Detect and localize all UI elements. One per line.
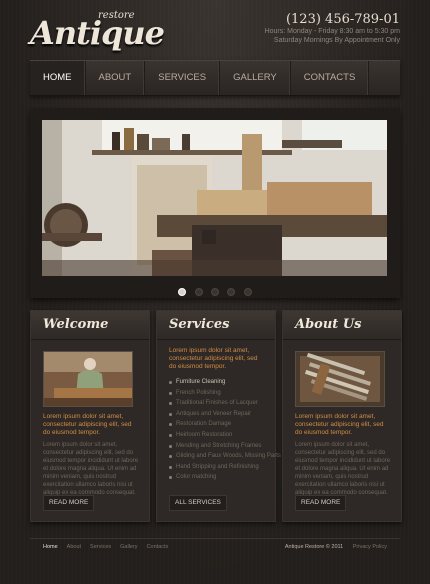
services-panel: Services Lorem ipsum dolor sit amet, con… bbox=[156, 310, 281, 522]
footer-nav: Home About Services Gallery Contacts bbox=[43, 544, 168, 550]
footer-link-services[interactable]: Services bbox=[90, 544, 111, 550]
business-hours: Hours: Monday - Friday 8:30 am to 5:30 p… bbox=[264, 28, 400, 35]
image-slider bbox=[30, 108, 400, 298]
service-item[interactable]: Traditional Finishes of Lacquer bbox=[169, 398, 269, 409]
welcome-image bbox=[43, 351, 133, 407]
footer: Home About Services Gallery Contacts Ant… bbox=[30, 538, 400, 557]
slider-photo-workshop bbox=[42, 120, 387, 276]
copyright-text: Antique Restore © 2011 bbox=[284, 544, 344, 550]
slider-dot-1[interactable] bbox=[178, 288, 187, 296]
service-item[interactable]: Furniture Cleaning bbox=[169, 377, 269, 388]
about-body: Lorem ipsum dolor sit amet, consectetur … bbox=[295, 442, 391, 496]
services-title: Services bbox=[169, 317, 230, 332]
about-read-more-button[interactable]: Read more bbox=[295, 495, 347, 511]
service-item[interactable]: Gilding and Faux Woods, Missing Parts bbox=[169, 451, 281, 462]
nav-contacts[interactable]: Contacts bbox=[291, 61, 370, 95]
welcome-panel: Welcome Lorem ipsum dolor sit amet, cons… bbox=[30, 310, 150, 522]
nav-services[interactable]: Services bbox=[145, 61, 221, 95]
welcome-body: Lorem ipsum dolor sit amet, consectetur … bbox=[43, 442, 139, 496]
nav-home[interactable]: Home bbox=[30, 61, 86, 95]
slider-dot-2[interactable] bbox=[194, 288, 203, 296]
nav-gallery[interactable]: Gallery bbox=[220, 61, 291, 95]
all-services-button[interactable]: All services bbox=[169, 495, 227, 511]
about-lead: Lorem ipsum dolor sit amet, consectetur … bbox=[295, 413, 384, 436]
logo-title: Antique bbox=[30, 14, 165, 52]
service-item[interactable]: Restoration Damage bbox=[169, 419, 269, 430]
slider-dot-4[interactable] bbox=[227, 288, 236, 296]
main-nav: Home About Services Gallery Contacts bbox=[30, 60, 400, 96]
footer-link-gallery[interactable]: Gallery bbox=[120, 544, 137, 550]
phone-number: (123) 456-789-01 bbox=[285, 12, 400, 27]
service-item[interactable]: Mending and Stretching Frames bbox=[169, 441, 269, 452]
footer-link-home[interactable]: Home bbox=[43, 544, 58, 550]
service-item[interactable]: Heirloom Restoration bbox=[169, 430, 269, 441]
services-list: Furniture Cleaning French Polishing Trad… bbox=[169, 377, 281, 483]
service-item[interactable]: Color matching bbox=[169, 472, 269, 483]
privacy-policy-link[interactable]: Privacy Policy bbox=[353, 544, 387, 550]
slider-dot-3[interactable] bbox=[211, 288, 219, 296]
workshop-scene-image bbox=[42, 120, 387, 276]
tools-image bbox=[296, 352, 384, 406]
welcome-title: Welcome bbox=[43, 317, 109, 332]
footer-link-contacts[interactable]: Contacts bbox=[147, 544, 169, 550]
about-panel: About Us Lorem ipsum dolor sit amet, con… bbox=[282, 310, 402, 522]
about-title: About Us bbox=[295, 317, 362, 332]
footer-link-about[interactable]: About bbox=[67, 544, 81, 550]
service-item[interactable]: French Polishing bbox=[169, 388, 269, 399]
service-item[interactable]: Antiques and Veneer Repair bbox=[169, 409, 269, 420]
welcome-read-more-button[interactable]: Read more bbox=[43, 495, 95, 511]
saturday-hours: Saturday Mornings By Appointment Only bbox=[273, 37, 400, 44]
craftsman-image bbox=[44, 352, 132, 406]
welcome-lead: Lorem ipsum dolor sit amet, consectetur … bbox=[43, 413, 132, 436]
slider-dot-5[interactable] bbox=[243, 288, 252, 296]
service-item[interactable]: Hand Stripping and Refinishing bbox=[169, 462, 269, 473]
about-image bbox=[295, 351, 385, 407]
services-lead: Lorem ipsum dolor sit amet, consectetur … bbox=[169, 347, 258, 370]
nav-about[interactable]: About bbox=[86, 61, 146, 95]
copyright: Antique Restore © 2011 Privacy Policy bbox=[285, 544, 387, 550]
slider-pagination bbox=[30, 283, 400, 301]
